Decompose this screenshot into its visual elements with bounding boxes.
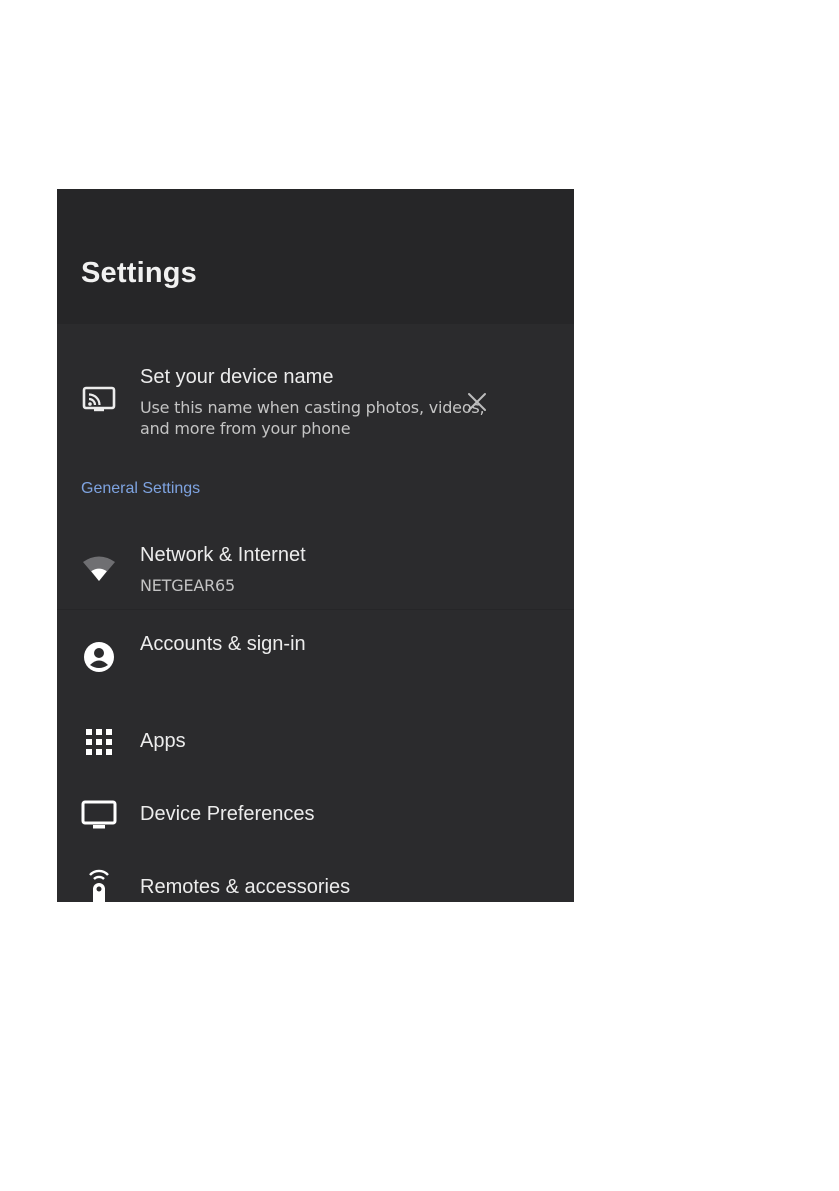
divider <box>57 609 574 610</box>
settings-item-device-preferences-label: Device Preferences <box>140 803 315 825</box>
apps-grid-icon <box>79 722 119 762</box>
tv-icon <box>79 795 119 835</box>
account-circle-icon <box>79 637 119 677</box>
section-heading-general: General Settings <box>81 480 201 497</box>
settings-item-apps-label: Apps <box>140 730 186 752</box>
cast-icon <box>79 380 119 420</box>
settings-header: Settings <box>57 189 574 324</box>
settings-item-remotes-label: Remotes & accessories <box>140 876 351 898</box>
remote-icon <box>79 867 119 902</box>
cast-suggestion-title: Set your device name <box>140 366 334 388</box>
wifi-icon <box>79 549 119 589</box>
page: Settings Set your device name Use this n… <box>0 0 839 1191</box>
settings-item-network-sub: NETGEAR65 <box>140 576 235 595</box>
settings-item-accounts-label: Accounts & sign-in <box>140 633 306 655</box>
cast-suggestion-subtitle-2: and more from your phone <box>140 419 351 438</box>
page-title: Settings <box>81 257 197 289</box>
cast-suggestion-subtitle-1: Use this name when casting photos, video… <box>140 398 485 417</box>
close-icon[interactable] <box>462 387 492 417</box>
settings-panel: Settings Set your device name Use this n… <box>57 189 574 902</box>
settings-item-network-label: Network & Internet <box>140 544 306 566</box>
